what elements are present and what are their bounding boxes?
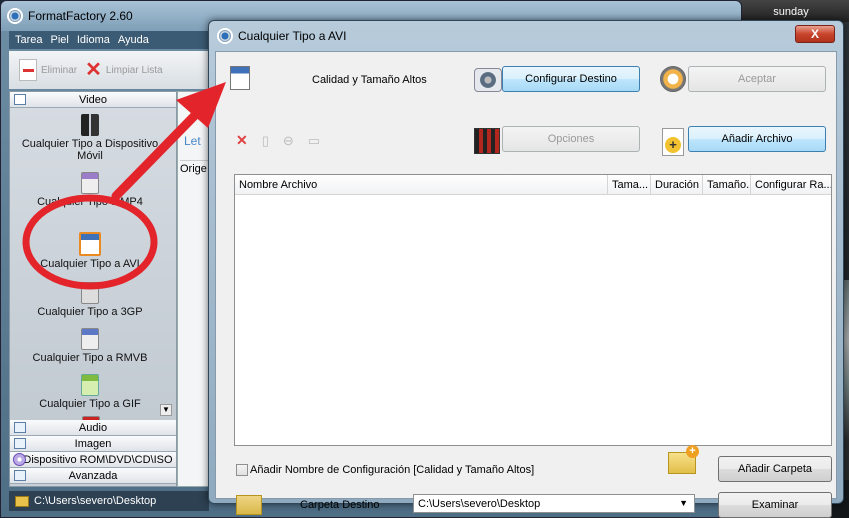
dialog-title: Cualquier Tipo a AVI <box>238 29 347 43</box>
converter-avi[interactable]: Cualquier Tipo a AVI <box>10 232 170 270</box>
category-image[interactable]: Imagen <box>10 436 176 452</box>
converter-rmvb-label: Cualquier Tipo a RMVB <box>32 352 148 364</box>
delete-button[interactable]: Eliminar <box>19 59 77 81</box>
column-output-size[interactable]: Tamaño... <box>703 175 751 194</box>
scroll-down-button[interactable]: ▼ <box>160 404 172 416</box>
file-action-icons: ✕ ▯ ⊖ ▭ <box>236 132 320 149</box>
rmvb-icon <box>81 328 99 350</box>
status-bar: C:\Users\severo\Desktop <box>9 491 209 511</box>
disc-icon <box>13 453 26 466</box>
clear-list-icon: ✕ <box>85 59 102 81</box>
category-image-label: Imagen <box>74 437 112 450</box>
destination-folder-icon <box>236 495 262 515</box>
category-audio-label: Audio <box>78 421 108 434</box>
video-category-icon <box>14 94 26 105</box>
clear-list-button[interactable]: ✕ Limpiar Lista <box>85 60 162 80</box>
category-rom-dvd-label: Dispositivo ROM\DVD\CD\ISO <box>23 453 173 466</box>
chevron-down-icon: ▼ <box>679 498 688 508</box>
avi-quality-icon[interactable] <box>230 66 250 90</box>
task-list-strip: Let Orige <box>177 91 212 487</box>
config-name-checkbox-row[interactable]: Añadir Nombre de Configuración [Calidad … <box>236 464 534 476</box>
category-advanced[interactable]: Avanzada <box>10 468 176 484</box>
category-video-label: Video <box>79 93 107 106</box>
config-name-checkbox[interactable] <box>236 464 248 476</box>
menu-idioma[interactable]: Idioma <box>77 34 110 46</box>
add-folder-button[interactable]: Añadir Carpeta <box>718 456 832 482</box>
add-file-button[interactable]: Añadir Archivo <box>688 126 826 152</box>
menu-bar: Tarea Piel Idioma Ayuda <box>9 31 209 49</box>
accept-button[interactable]: Aceptar <box>688 66 826 92</box>
output-settings-icon <box>474 68 502 92</box>
converter-gif[interactable]: Cualquier Tipo a GIF <box>10 374 170 410</box>
info-icon[interactable]: ▭ <box>308 133 320 149</box>
main-window-title: FormatFactory 2.60 <box>28 9 133 23</box>
file-table[interactable]: Nombre Archivo Tama... Duración Tamaño..… <box>234 174 832 446</box>
converter-3gp-label: Cualquier Tipo a 3GP <box>37 306 143 318</box>
config-destination-button[interactable]: Configurar Destino <box>502 66 640 92</box>
mobile-device-icon <box>81 114 99 136</box>
convert-dialog: Cualquier Tipo a AVI X Calidad y Tamaño … <box>208 20 844 518</box>
clear-list-label: Limpiar Lista <box>105 64 163 76</box>
delete-icon <box>19 59 37 81</box>
dialog-body: Calidad y Tamaño Altos Configurar Destin… <box>215 51 837 518</box>
avi-icon <box>79 232 101 256</box>
menu-tarea[interactable]: Tarea <box>15 34 43 46</box>
remove-icon[interactable]: ✕ <box>236 132 248 149</box>
converter-rmvb[interactable]: Cualquier Tipo a RMVB <box>10 328 170 364</box>
menu-ayuda[interactable]: Ayuda <box>118 34 149 46</box>
converter-mobile[interactable]: Cualquier Tipo a Dispositivo Móvil <box>10 114 170 162</box>
category-rom-dvd[interactable]: Dispositivo ROM\DVD\CD\ISO <box>10 452 176 468</box>
category-panel: Video Cualquier Tipo a Dispositivo Móvil… <box>9 91 177 487</box>
status-path[interactable]: C:\Users\severo\Desktop <box>34 495 156 507</box>
delete-label: Eliminar <box>41 64 78 76</box>
mp4-icon <box>81 172 99 194</box>
play-icon[interactable]: ⊖ <box>283 133 294 149</box>
column-duration[interactable]: Duración <box>651 175 703 194</box>
3gp-icon <box>81 282 99 304</box>
converter-avi-label: Cualquier Tipo a AVI <box>40 258 140 270</box>
destination-value: C:\Users\severo\Desktop <box>418 498 541 510</box>
film-options-icon <box>474 128 500 154</box>
folder-icon <box>15 495 29 507</box>
quality-label: Calidad y Tamaño Altos <box>312 74 427 86</box>
converter-mobile-label: Cualquier Tipo a Dispositivo Móvil <box>21 138 159 162</box>
column-filename[interactable]: Nombre Archivo <box>235 175 608 194</box>
column-size[interactable]: Tama... <box>608 175 651 194</box>
formatfactory-icon <box>7 8 23 24</box>
add-file-icon <box>662 128 684 156</box>
category-video[interactable]: Video <box>10 92 176 108</box>
clock-gadget: sunday <box>733 0 849 22</box>
gif-icon <box>81 374 99 396</box>
destination-select[interactable]: C:\Users\severo\Desktop ▼ <box>413 494 695 513</box>
converter-mp4-label: Cualquier Tipo a MP4 <box>37 196 143 208</box>
audio-category-icon <box>14 422 26 433</box>
config-name-label: Añadir Nombre de Configuración [Calidad … <box>250 464 535 476</box>
category-advanced-label: Avanzada <box>68 469 118 482</box>
converter-3gp[interactable]: Cualquier Tipo a 3GP <box>10 282 170 318</box>
dialog-app-icon <box>217 28 233 44</box>
converter-mp4[interactable]: Cualquier Tipo a MP4 <box>10 172 170 208</box>
file-table-header: Nombre Archivo Tama... Duración Tamaño..… <box>235 175 831 195</box>
destination-label: Carpeta Destino <box>300 499 380 511</box>
clear-icon[interactable]: ▯ <box>262 133 269 149</box>
dialog-titlebar[interactable]: Cualquier Tipo a AVI <box>209 21 843 51</box>
main-toolbar: Eliminar ✕ Limpiar Lista <box>9 51 209 89</box>
image-category-icon <box>14 438 26 449</box>
options-button[interactable]: Opciones <box>502 126 640 152</box>
add-folder-icon <box>668 445 699 474</box>
accept-icon <box>660 66 686 92</box>
video-converter-list: Cualquier Tipo a Dispositivo Móvil Cualq… <box>10 108 176 420</box>
column-config[interactable]: Configurar Ra... <box>751 175 831 194</box>
converter-gif-label: Cualquier Tipo a GIF <box>39 398 141 410</box>
task-tab-partial[interactable]: Let <box>184 134 201 148</box>
close-button[interactable]: X <box>795 25 835 43</box>
menu-piel[interactable]: Piel <box>51 34 69 46</box>
category-audio[interactable]: Audio <box>10 420 176 436</box>
advanced-category-icon <box>14 470 26 481</box>
browse-button[interactable]: Examinar <box>718 492 832 518</box>
